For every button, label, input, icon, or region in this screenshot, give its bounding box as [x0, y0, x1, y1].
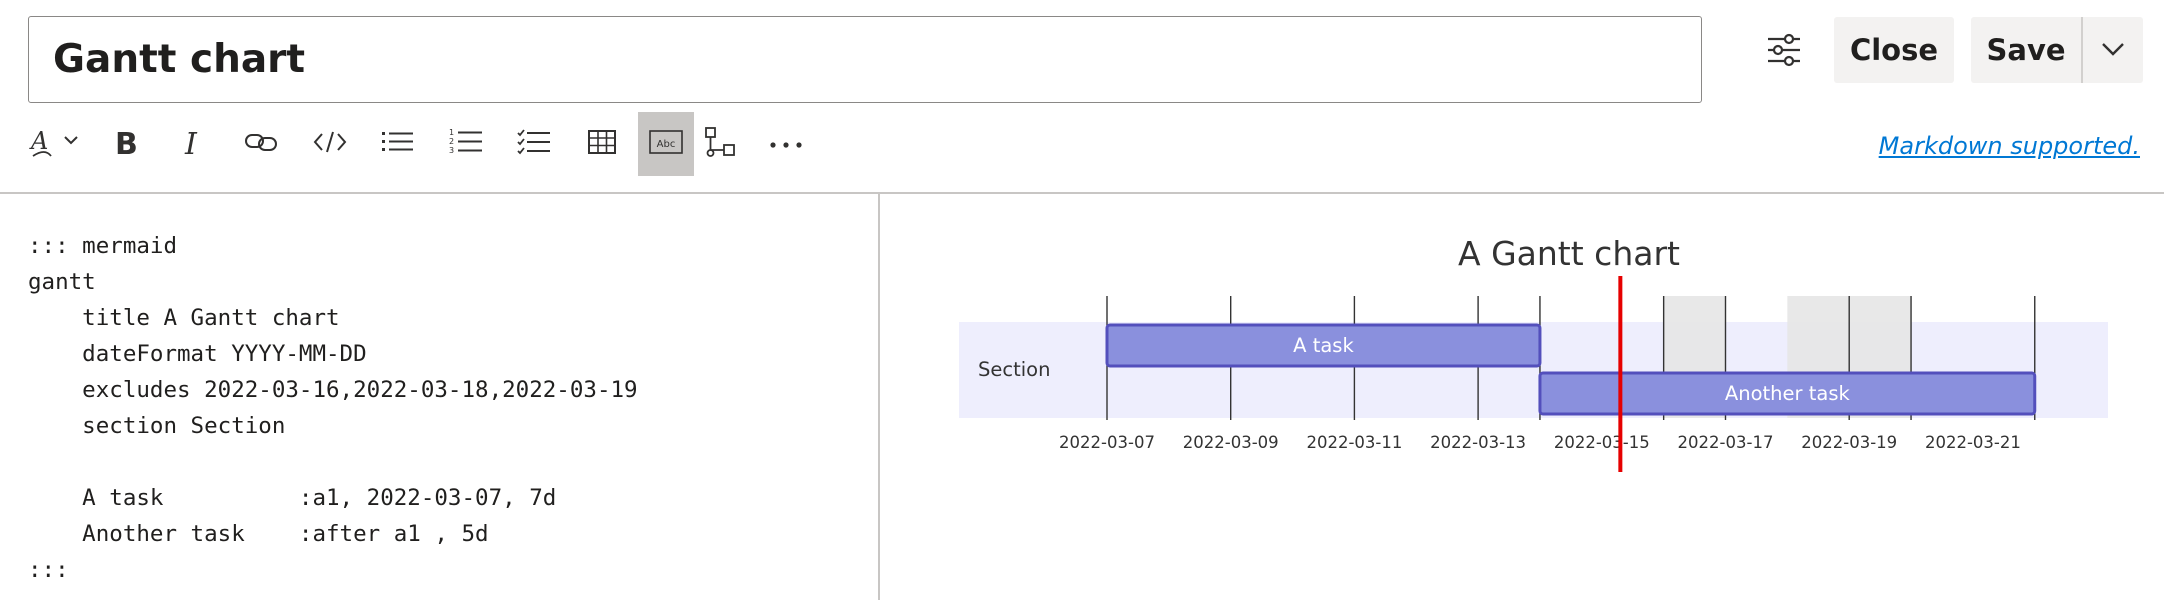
svg-text:1: 1 — [449, 128, 454, 137]
bulleted-list-icon — [381, 129, 415, 159]
table-icon — [587, 129, 617, 159]
italic-icon: I — [179, 124, 209, 164]
diagram-button[interactable] — [696, 112, 744, 176]
task-label: Another task — [1725, 382, 1851, 405]
chart-title: A Gantt chart — [1458, 234, 1680, 273]
numbered-list-icon: 123 — [449, 128, 483, 160]
abc-code-block-button[interactable]: Abc — [638, 112, 694, 176]
text-style-icon: A — [25, 122, 85, 166]
more-button[interactable] — [758, 112, 814, 176]
x-tick-label: 2022-03-15 — [1554, 433, 1650, 452]
svg-text:2: 2 — [449, 137, 454, 146]
link-icon — [244, 130, 280, 158]
bulleted-list-button[interactable] — [370, 112, 426, 176]
task-label: A task — [1293, 334, 1354, 357]
code-line: A task :a1, 2022-03-07, 7d — [28, 485, 557, 511]
markdown-editor[interactable]: ::: mermaidgantt title A Gantt chart dat… — [0, 194, 880, 600]
x-tick-label: 2022-03-09 — [1183, 433, 1279, 452]
code-line: ::: mermaid — [28, 233, 178, 259]
close-button[interactable]: Close — [1834, 17, 1954, 83]
code-line: excludes 2022-03-16,2022-03-18,2022-03-1… — [28, 377, 638, 403]
bold-button[interactable]: B — [98, 112, 154, 176]
section-label: Section — [978, 358, 1050, 381]
checklist-icon — [517, 128, 551, 160]
sliders-icon — [1766, 33, 1802, 71]
chevron-down-icon — [2101, 41, 2125, 60]
text-style-button[interactable]: A — [22, 112, 88, 176]
preview-pane: 2022-03-07 2022-03-09 2022-03-11 2022-03-13… — [882, 194, 2164, 600]
gantt-chart: 2022-03-07 2022-03-09 2022-03-11 2022-03-13… — [959, 234, 2108, 472]
code-line: dateFormat YYYY-MM-DD — [28, 341, 367, 367]
x-tick-label: 2022-03-19 — [1801, 433, 1897, 452]
x-tick-label: 2022-03-07 — [1059, 433, 1155, 452]
code-icon — [313, 129, 347, 159]
table-button[interactable] — [574, 112, 630, 176]
save-options-button[interactable] — [2083, 17, 2143, 83]
markdown-supported-link[interactable]: Markdown supported. — [1879, 132, 2140, 160]
svg-text:B: B — [115, 127, 138, 160]
svg-text:I: I — [184, 127, 198, 160]
x-tick-label: 2022-03-17 — [1678, 433, 1774, 452]
x-tick-label: 2022-03-13 — [1430, 433, 1526, 452]
code-line: gantt — [28, 269, 96, 295]
code-line: section Section — [28, 413, 286, 439]
code-line: ::: — [28, 557, 69, 583]
checklist-button[interactable] — [506, 112, 562, 176]
x-tick-label: 2022-03-21 — [1925, 433, 2021, 452]
code-line: Another task :after a1 , 5d — [28, 521, 489, 547]
diagram-icon — [704, 126, 736, 162]
settings-button[interactable] — [1762, 30, 1806, 74]
save-button[interactable]: Save — [1971, 17, 2081, 83]
code-button[interactable] — [302, 112, 358, 176]
x-tick-label: 2022-03-11 — [1306, 433, 1402, 452]
code-line: title A Gantt chart — [28, 305, 340, 331]
abc-code-block-icon: Abc — [648, 128, 684, 160]
numbered-list-button[interactable]: 123 — [438, 112, 494, 176]
italic-button[interactable]: I — [166, 112, 222, 176]
more-icon — [768, 135, 804, 154]
abc-label: Abc — [657, 139, 676, 150]
formatting-toolbar: A B I 1 2 3 Abc — [22, 112, 802, 176]
svg-text:3: 3 — [449, 146, 454, 155]
title-input[interactable]: Gantt chart — [28, 16, 1702, 103]
link-button[interactable] — [234, 112, 290, 176]
bold-icon: B — [111, 124, 141, 164]
svg-text:A: A — [29, 127, 48, 155]
